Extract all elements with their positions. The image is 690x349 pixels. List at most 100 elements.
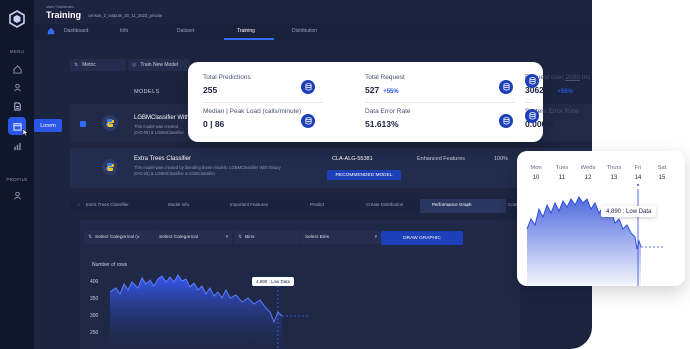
detail-tab-create-distribution[interactable]: Create Distribution [366,202,403,207]
selected-date-dot [637,184,639,186]
tab-dataset[interactable]: Dataset [177,28,194,34]
bar-chart-icon[interactable] [8,137,26,155]
model-feature: Enhanced Features [417,156,466,162]
metric-median-peak-load: Median | Peak Load (calls/minute) 0 | 86 [203,108,315,136]
select-bins-dropdown[interactable]: Select Bins ▾ [301,231,381,244]
model-desc-line2: (0<0.05) & LGBMClassifier & XGBClassifie… [134,171,216,176]
tab-dashboard[interactable]: Dashboard [64,28,88,34]
database-icon[interactable] [301,80,315,94]
day-label: Fri [634,165,642,171]
person-icon[interactable] [8,186,26,204]
metric-number: 527 [365,85,380,95]
python-icon [102,115,118,131]
model-desc-line2: (0<0.05) & LGBMClassifier [134,130,184,135]
weekly-chart-card: Mon Tues Weds Thurs Fri Sat 10 11 12 13 … [517,151,685,286]
file-name: census_2_outputs_20_11_2023_private [88,13,163,18]
divider [525,102,533,103]
model-row-selected[interactable]: Extra Trees Classifier This model was cr… [70,148,592,188]
cursor-icon [22,128,29,137]
categorical-x-label: Select Categorical (x [95,235,140,240]
categorical-label: Select Categorical [159,235,198,240]
menu-label: MENU [9,49,25,54]
recommended-model-button[interactable]: RECOMMENDED MODEL [327,170,401,180]
day-label: Tues [555,165,569,171]
metric-value: 255 [203,85,218,95]
draw-graphic-button[interactable]: DRAW GRAPHIC [381,231,463,245]
divider [203,102,323,103]
home-icon[interactable] [8,60,26,78]
bins-label: Bins [245,235,255,240]
day-label: Mon [530,165,542,171]
model-id: CLA-ALG-55381 [332,156,373,162]
python-icon [102,159,118,175]
detail-tab-performance-graph[interactable]: Performance Graph [432,202,472,207]
train-new-model-label: Train New Model [140,62,178,68]
tab-distribution[interactable]: Distribution [292,28,317,34]
model-name[interactable]: LGBMClassifier With [134,115,189,121]
models-header: MODELS [134,89,160,95]
profile-label: PROFILE [6,177,28,182]
database-icon[interactable] [499,114,513,128]
categorical-x-select[interactable]: ⇅ Select Categorical (x [84,231,154,244]
document-icon[interactable] [8,97,26,115]
metric-label-post: ms [579,74,591,81]
metric-value: 527 +55% [365,85,399,95]
database-icon[interactable] [499,80,513,94]
date-label[interactable]: 12 [577,175,599,181]
model-name[interactable]: Extra Trees Classifier [134,156,191,162]
categorical-select[interactable]: Select Categorical ▾ [155,231,232,244]
metric-data-error-rate: Data Error Rate 51.613% [365,108,513,136]
main-tabs: Dashboard Info Dataset Training Distribu… [34,24,592,40]
metric-label: Metric [82,62,96,68]
train-new-model-button[interactable]: ◎ Train New Model [128,59,190,71]
tab-training[interactable]: Training [237,28,255,34]
metric-label: Median | Peak Load (calls/minute) [203,108,302,115]
metric-total-request: Total Request 527 +55% [365,74,513,102]
detail-tab-important-features[interactable]: Important Features [230,202,268,207]
model-checkbox[interactable] [80,121,86,127]
detail-tab-model[interactable]: Extra Trees Classifier [86,202,129,207]
metric-delta: +55% [383,89,399,95]
day-label: Thurs [606,165,622,171]
back-chevron-icon[interactable]: ‹ [78,202,80,207]
metric-delta: +55% [557,89,573,95]
date-label[interactable]: 10 [525,175,547,181]
y-tick: 400 [90,279,99,285]
tab-info[interactable]: Info [120,28,128,34]
metric-value: 51.613% [365,119,399,129]
database-icon[interactable] [525,74,539,88]
day-label: Weds [580,165,596,171]
app-window: MENU PROFILE Lorem Main / Dashboard Trai… [0,0,592,349]
date-label[interactable]: 11 [551,175,573,181]
sidebar-tooltip: Lorem [34,119,62,132]
y-tick: 300 [90,313,99,319]
chevron-down-icon: ▾ [374,235,377,240]
metrics-card: Total Predictions 255 Total Request 527 +… [188,62,590,142]
separator: / [80,13,82,18]
active-tab-indicator [224,38,274,40]
detail-tab-model-info[interactable]: Model Info [168,202,189,207]
page-title: Training [46,10,82,20]
date-label[interactable]: 15 [651,175,673,181]
database-icon[interactable] [525,109,539,123]
select-bins-label: Select Bins [305,235,329,240]
metric-label: Data Error Rate [365,108,411,115]
metric-request-over: Request over 2000 ms 306240 +55% [525,74,635,102]
breadcrumb[interactable]: Main / Dashboard [46,5,74,9]
metric-label-threshold: 2000 [565,74,580,81]
sidebar: MENU PROFILE [0,0,34,349]
detail-tabs: ‹ Extra Trees Classifier Model Info Impo… [70,199,592,213]
weekly-chart-tooltip: 4,890 : Low Data [601,206,657,217]
date-label[interactable]: 13 [603,175,625,181]
database-icon[interactable] [301,114,315,128]
metric-label: Total Predictions [203,74,251,81]
metric-select[interactable]: ⇅ Metric [70,59,126,71]
date-label[interactable]: 14 [627,175,649,181]
logo-icon[interactable] [9,10,25,28]
metric-system-error-rate: System Error Rate 0.000% [525,108,635,136]
model-percent: 100% [494,156,509,162]
detail-tab-predict[interactable]: Predict [310,202,324,207]
home-tab-icon[interactable] [47,27,55,35]
bins-input[interactable]: ⇅ Bins [234,231,300,244]
user-icon[interactable] [8,78,26,96]
